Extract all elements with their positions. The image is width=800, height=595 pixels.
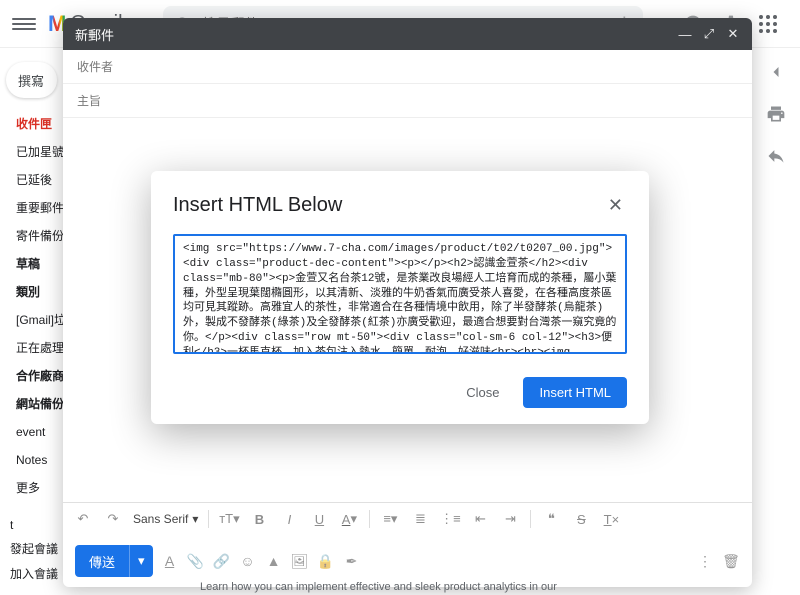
- modal-backdrop: Insert HTML Below ✕ Close Insert HTML: [0, 0, 800, 595]
- insert-html-dialog: Insert HTML Below ✕ Close Insert HTML: [151, 171, 649, 424]
- dialog-close-text-button[interactable]: Close: [450, 377, 515, 408]
- html-textarea[interactable]: [173, 234, 627, 354]
- dialog-close-button[interactable]: ✕: [604, 191, 627, 220]
- insert-html-button[interactable]: Insert HTML: [523, 377, 627, 408]
- dialog-title: Insert HTML Below: [173, 194, 342, 217]
